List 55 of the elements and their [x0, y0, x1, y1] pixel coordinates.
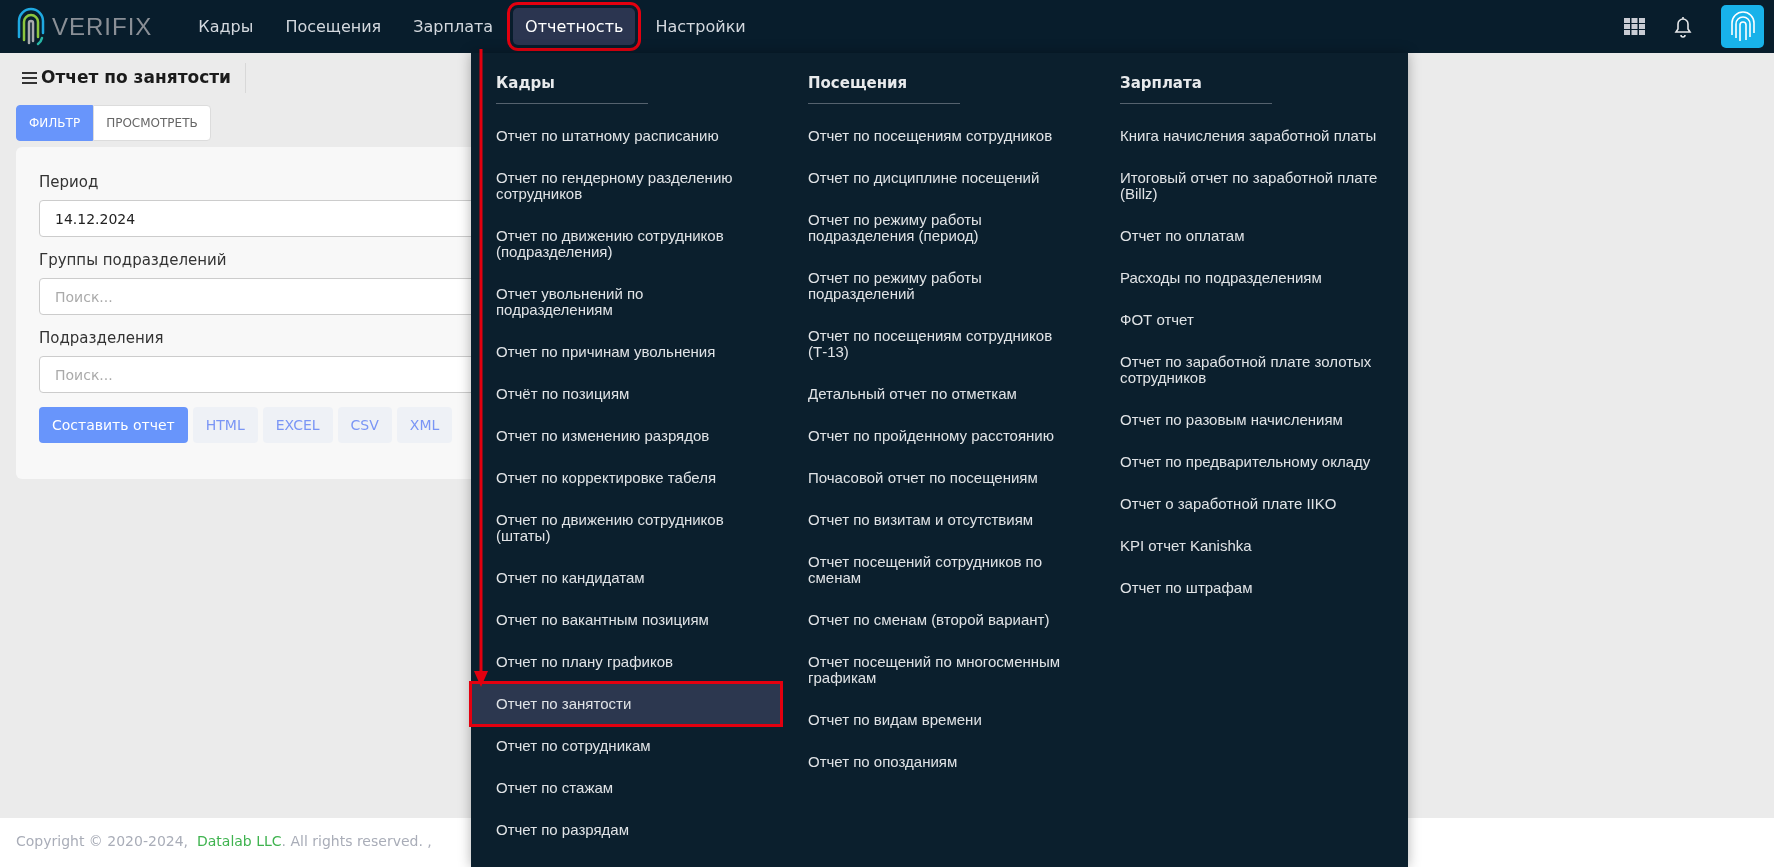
menu-item[interactable]: Почасовой отчет по посещениям: [783, 457, 1093, 499]
menu-item[interactable]: Отчет по стажам: [471, 767, 781, 809]
menu-item[interactable]: KPI отчет Kanishka: [1095, 525, 1405, 567]
menu-icon[interactable]: [22, 70, 37, 84]
menu-section-title: Зарплата: [1120, 74, 1272, 104]
apps-grid-icon[interactable]: [1624, 18, 1645, 35]
field-label: Период: [39, 173, 99, 191]
menu-item[interactable]: Отчет по режиму работы подразделения (период): [783, 199, 1093, 257]
menu-item[interactable]: Отчет по режиму работы подразделений: [783, 257, 1093, 315]
nav-tab[interactable]: Зарплата: [401, 8, 506, 45]
menu-item[interactable]: ФОТ отчет: [1095, 299, 1405, 341]
menu-item[interactable]: Отчет по заработной плате золотых сотрудников: [1095, 341, 1405, 399]
menu-item[interactable]: Отчет по посещениям сотрудников: [783, 115, 1093, 157]
menu-section-title: Кадры: [496, 74, 648, 104]
menu-item[interactable]: Отчет по опозданиям: [783, 741, 1093, 783]
menu-item[interactable]: Отчет по предварительному окладу: [1095, 441, 1405, 483]
page-title: Отчет по занятости: [41, 67, 231, 87]
menu-item[interactable]: Отчет по оплатам: [1095, 215, 1405, 257]
menu-item[interactable]: Отчет по видам времени: [783, 699, 1093, 741]
menu-item[interactable]: Итоговый отчет по заработной плате (Billz): [1095, 157, 1405, 215]
nav-tab[interactable]: Кадры: [186, 8, 266, 45]
menu-item[interactable]: Отчет по пройденному расстоянию: [783, 415, 1093, 457]
avatar[interactable]: [1721, 5, 1764, 48]
menu-item[interactable]: Отчет по движению сотрудников (штаты): [471, 499, 781, 557]
fingerprint-logo-icon: [16, 6, 46, 47]
menu-item[interactable]: Отчет по посещениям сотрудников (Т-13): [783, 315, 1093, 373]
menu-item[interactable]: Отчет по занятости: [471, 683, 781, 725]
menu-item[interactable]: Отчет по визитам и отсутствиям: [783, 499, 1093, 541]
menu-item[interactable]: Отчет посещений по многосменным графикам: [783, 641, 1093, 699]
view-tab[interactable]: ПРОСМОТРЕТЬ: [93, 105, 211, 141]
menu-item[interactable]: Книга начисления заработной платы: [1095, 115, 1405, 157]
menu-item[interactable]: Отчет по сменам (второй вариант): [783, 599, 1093, 641]
field-label: Подразделения: [39, 329, 164, 347]
menu-item[interactable]: Расходы по подразделениям: [1095, 257, 1405, 299]
menu-item[interactable]: Отчет по вакантным позициям: [471, 599, 781, 641]
menu-item[interactable]: Отчет по штатному расписанию: [471, 115, 781, 157]
menu-item[interactable]: Отчет по разовым начислениям: [1095, 399, 1405, 441]
menu-item[interactable]: Отчет по корректировке табеля: [471, 457, 781, 499]
menu-item[interactable]: Отчет по сотрудникам: [471, 725, 781, 767]
notification-bell-icon[interactable]: [1673, 15, 1693, 38]
nav-tab[interactable]: Настройки: [643, 8, 758, 45]
menu-item[interactable]: Отчет о заработной плате IIKO: [1095, 483, 1405, 525]
menu-item[interactable]: Отчет посещений сотрудников по сменам: [783, 541, 1093, 599]
copyright-text: Copyright © 2020-2024, Datalab LLC. All rights reserved. ,: [16, 833, 432, 849]
field-label: Группы подразделений: [39, 251, 227, 269]
menu-item[interactable]: Отчет по плану графиков: [471, 641, 781, 683]
menu-item[interactable]: Отчет по кандидатам: [471, 557, 781, 599]
menu-item[interactable]: Отчет по разрядам: [471, 809, 781, 851]
menu-item[interactable]: Отчет по изменению разрядов: [471, 415, 781, 457]
menu-item[interactable]: Отчет по дисциплине посещений: [783, 157, 1093, 199]
menu-section-title: Посещения: [808, 74, 960, 104]
menu-item[interactable]: Детальный отчет по отметкам: [783, 373, 1093, 415]
menu-item[interactable]: Отчет по штрафам: [1095, 567, 1405, 609]
nav-tab[interactable]: Посещения: [273, 8, 394, 45]
logo-text: VERIFIX: [52, 12, 153, 41]
